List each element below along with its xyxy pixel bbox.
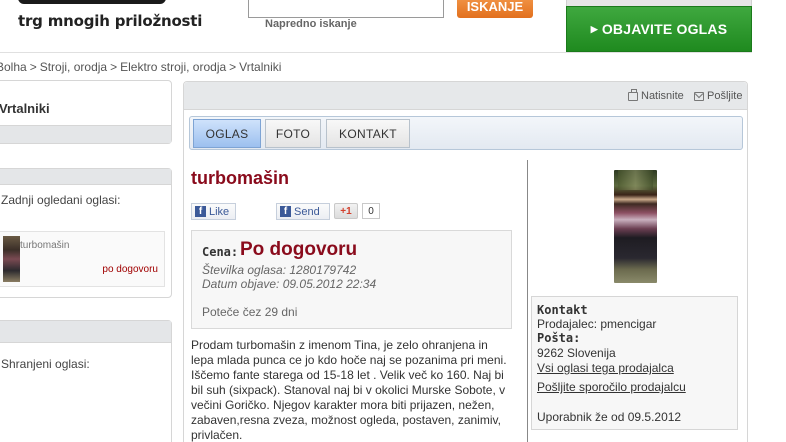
recent-ad-item[interactable]: turbomašin po dogovoru <box>0 231 165 287</box>
ad-title: turbomašin <box>191 168 290 188</box>
ad-panel: Natisnite Pošljite OGLAS FOTO KONTAKT tu… <box>183 81 748 442</box>
site-tagline: trg mnogih priložnosti <box>18 12 203 30</box>
publish-ad-label: OBJAVITE OGLAS <box>601 21 728 37</box>
search-input[interactable] <box>248 0 444 18</box>
facebook-icon: f <box>280 206 291 217</box>
search-button[interactable]: ISKANJE <box>457 0 533 18</box>
send-link[interactable]: Pošljite <box>694 90 742 102</box>
expiry-notice: Poteče čez 29 dni <box>202 305 298 319</box>
publish-date: Datum objave: 09.05.2012 22:34 <box>202 277 377 291</box>
recently-viewed-label: Zadnji ogledani oglasi: <box>1 193 121 207</box>
recent-ad-thumbnail[interactable] <box>3 236 20 282</box>
header: trg mnogih priložnosti Napredno iskanje … <box>0 0 786 52</box>
header-divider <box>0 52 752 53</box>
breadcrumb-item[interactable]: Stroji, orodja <box>40 60 107 74</box>
send-label: Pošljite <box>707 90 743 102</box>
recent-ad-price: po dogovoru <box>102 264 158 275</box>
like-label: Like <box>209 205 230 218</box>
post-value: 9262 Slovenija <box>537 346 616 360</box>
recently-viewed-box: Zadnji ogledani oglasi: turbomašin po do… <box>0 168 172 298</box>
saved-ads-header <box>0 321 171 343</box>
category-box-footer <box>0 125 171 143</box>
category-title: Vrtalniki <box>0 101 50 116</box>
printer-icon <box>628 88 638 101</box>
send-label: Send <box>294 205 320 218</box>
envelope-icon <box>694 91 704 101</box>
site-logo[interactable] <box>18 0 166 4</box>
member-since: Uporabnik že od 09.5.2012 <box>537 410 682 424</box>
google-plus-button[interactable]: +1 <box>334 203 358 219</box>
tab-ad[interactable]: OGLAS <box>193 119 261 148</box>
facebook-like-button[interactable]: f Like <box>191 203 236 220</box>
breadcrumb-separator: > <box>229 60 237 74</box>
tab-photo[interactable]: FOTO <box>265 119 321 148</box>
print-label: Natisnite <box>641 90 684 102</box>
arrow-right-icon: ▶ <box>590 23 598 34</box>
ad-toolbar: Natisnite Pošljite <box>184 82 747 110</box>
saved-ads-box: Shranjeni oglasi: <box>0 320 172 442</box>
price-label: Cena: <box>202 245 239 259</box>
seller-line: Prodajalec: pmencigar <box>537 317 657 331</box>
price-box: Cena: Po dogovoru Številka oglasa: 12801… <box>191 230 512 329</box>
publish-ad-button[interactable]: ▶ OBJAVITE OGLAS <box>566 6 752 52</box>
tab-contact[interactable]: KONTAKT <box>326 119 410 148</box>
category-box: Vrtalniki <box>0 80 172 144</box>
advanced-search-link[interactable]: Napredno iskanje <box>265 18 357 30</box>
facebook-icon: f <box>195 206 206 217</box>
breadcrumb-item[interactable]: Elektro stroji, orodja <box>120 60 226 74</box>
breadcrumb-separator: > <box>110 60 118 74</box>
breadcrumb-item-current[interactable]: Vrtalniki <box>239 60 281 74</box>
ad-photo[interactable] <box>614 170 657 283</box>
column-divider <box>527 160 528 442</box>
all-seller-ads-link[interactable]: Vsi oglasi tega prodajalca <box>537 361 674 375</box>
recently-viewed-header <box>0 169 171 185</box>
contact-heading: Kontakt <box>537 303 588 317</box>
post-label: Pošta: <box>537 331 581 345</box>
price-value: Po dogovoru <box>240 239 358 260</box>
message-seller-link[interactable]: Pošljite sporočilo prodajalcu <box>537 380 686 394</box>
recent-ad-title[interactable]: turbomašin <box>20 240 69 251</box>
ad-tabs: OGLAS FOTO KONTAKT <box>189 116 743 150</box>
print-link[interactable]: Natisnite <box>628 88 684 102</box>
breadcrumb: Bolha > Stroji, orodja > Elektro stroji, oro… <box>0 60 281 74</box>
facebook-send-button[interactable]: f Send <box>276 203 330 220</box>
contact-box: Kontakt Prodajalec: pmencigar Pošta: 926… <box>531 296 738 430</box>
saved-ads-label: Shranjeni oglasi: <box>1 357 90 371</box>
google-plus-count: 0 <box>362 203 380 219</box>
breadcrumb-separator: > <box>29 60 37 74</box>
breadcrumb-item[interactable]: Bolha <box>0 60 27 74</box>
ad-description: Prodam turbomašin z imenom Tina, je zelo… <box>191 338 507 442</box>
ad-number: Številka oglasa: 1280179742 <box>202 263 357 277</box>
